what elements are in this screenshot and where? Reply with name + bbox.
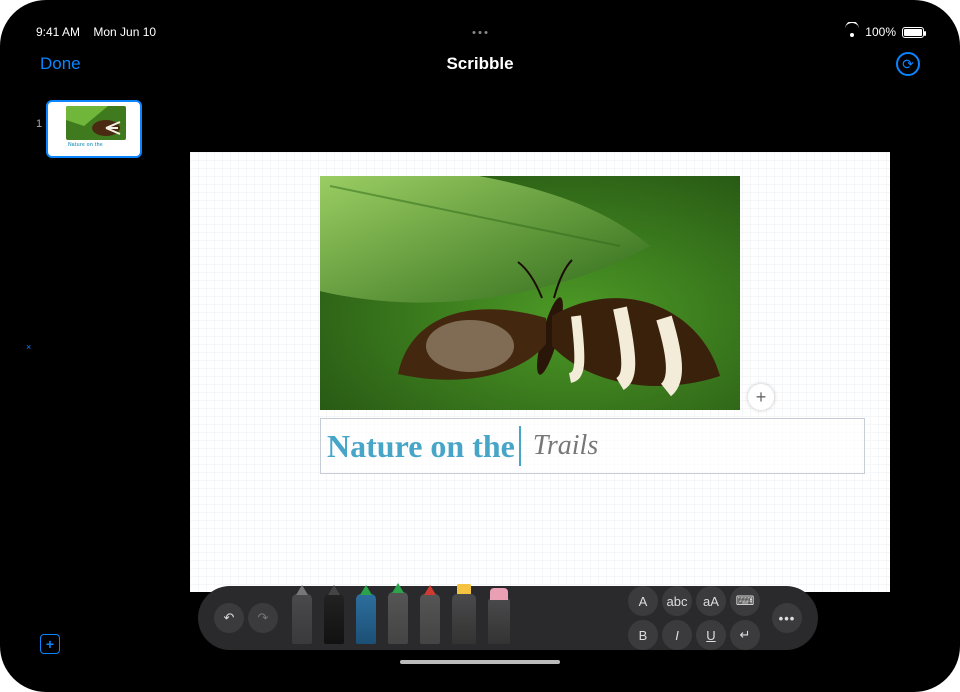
app-header: Done Scribble ⟳ [22, 46, 938, 82]
typed-text: Nature on the [327, 428, 515, 465]
marker-tool[interactable] [356, 594, 376, 644]
thumbnail-image [66, 106, 126, 140]
undo-button[interactable]: ↶ [214, 603, 244, 633]
ipad-frame: × 9:41 AM Mon Jun 10 100% Done Scribble … [0, 0, 960, 692]
underline-button[interactable]: U [696, 620, 726, 650]
scribble-toolbar: ↶ ↷ A abc aA ⌨ B I [198, 586, 818, 650]
add-slide-button[interactable]: + [40, 634, 60, 654]
slide-number: 1 [36, 118, 42, 130]
text-caret [519, 426, 521, 466]
keyboard-button[interactable]: ⌨ [730, 586, 760, 616]
slide-canvas[interactable]: + Nature on the Trails [190, 152, 890, 592]
battery-icon [902, 27, 924, 38]
status-bar: 9:41 AM Mon Jun 10 100% [22, 22, 938, 42]
home-indicator[interactable] [400, 660, 560, 664]
thumbnail-caption: Nature on the [68, 142, 103, 148]
insert-button[interactable]: + [748, 384, 774, 410]
pen-tools [292, 586, 510, 650]
status-date: Mon Jun 10 [93, 25, 156, 39]
abc-button[interactable]: abc [662, 586, 692, 616]
pencil-tool[interactable] [388, 592, 408, 644]
title-text-box[interactable]: Nature on the Trails [320, 418, 865, 474]
slide-thumbnail[interactable]: Nature on the [46, 100, 142, 158]
status-right: 100% [845, 25, 924, 39]
slide-image[interactable] [320, 176, 740, 410]
eraser-tool[interactable] [488, 598, 510, 644]
font-button[interactable]: A [628, 586, 658, 616]
highlighter-tool[interactable] [452, 594, 476, 644]
battery-pct: 100% [865, 25, 896, 39]
reset-button[interactable]: ⟳ [896, 52, 920, 76]
multitask-handle[interactable] [473, 31, 488, 34]
handwritten-text: Trails [533, 430, 598, 462]
more-button[interactable]: ••• [772, 603, 802, 633]
scribble-pen-tool[interactable] [292, 594, 312, 644]
crayon-tool[interactable] [420, 594, 440, 644]
wifi-icon [845, 27, 859, 37]
done-button[interactable]: Done [40, 54, 81, 74]
app-title: Scribble [446, 54, 513, 74]
bold-button[interactable]: B [628, 620, 658, 650]
status-time: 9:41 AM [36, 25, 80, 39]
status-left: 9:41 AM Mon Jun 10 [36, 25, 156, 39]
return-button[interactable]: ↵ [730, 620, 760, 650]
textsize-button[interactable]: aA [696, 586, 726, 616]
text-format-group: A abc aA ⌨ B I U ↵ [628, 586, 760, 650]
italic-button[interactable]: I [662, 620, 692, 650]
pen-tool[interactable] [324, 594, 344, 644]
slide-navigator: 1 Nature on the + [22, 82, 162, 670]
redo-button[interactable]: ↷ [248, 603, 278, 633]
screen: × 9:41 AM Mon Jun 10 100% Done Scribble … [22, 22, 938, 670]
